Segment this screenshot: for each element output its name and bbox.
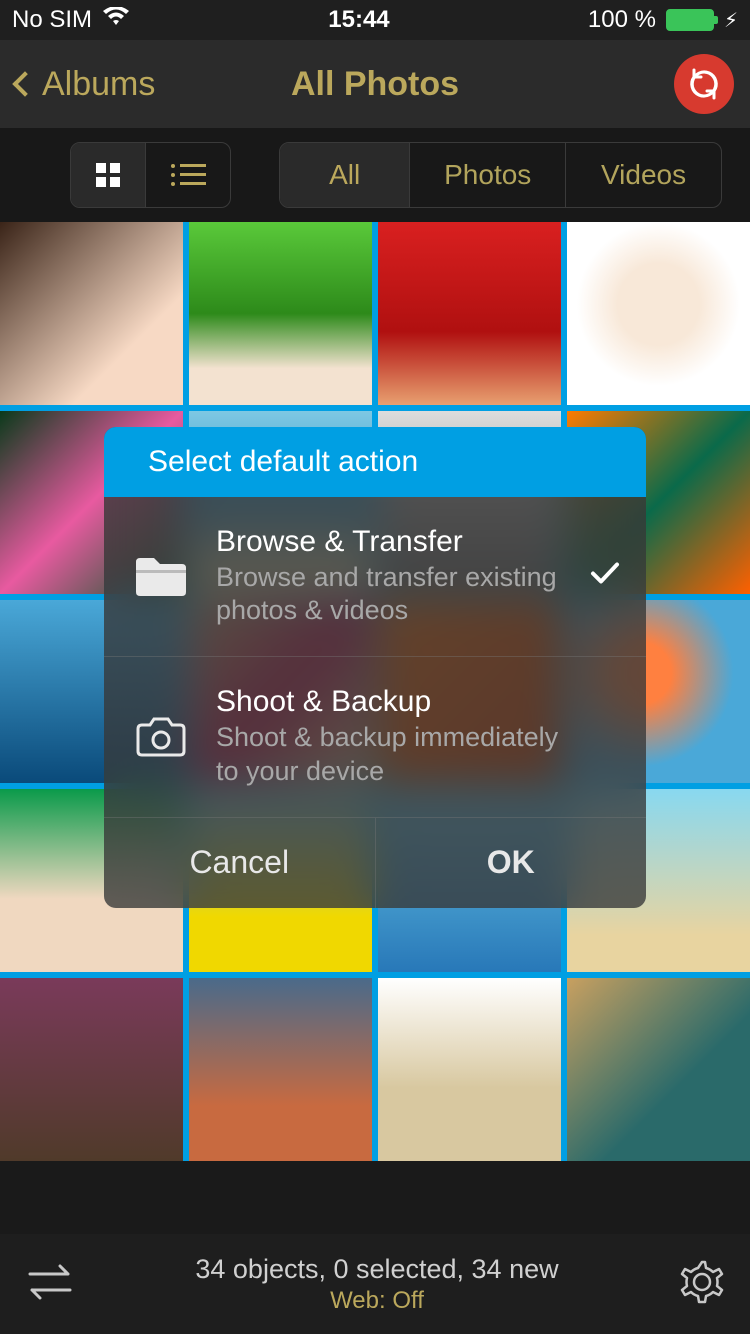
back-label: Albums [42,65,155,104]
grid-icon [93,160,123,190]
option-subtitle: Shoot & backup immediately to your devic… [216,721,576,789]
option-title: Shoot & Backup [216,685,576,719]
grid-view-button[interactable] [71,143,146,207]
battery-pct-label: 100 % [588,6,656,34]
photo-thumbnail[interactable] [378,222,561,405]
bottom-bar: 34 objects, 0 selected, 34 new Web: Off [0,1234,750,1334]
status-text: 34 objects, 0 selected, 34 new Web: Off [76,1254,678,1315]
photo-thumbnail[interactable] [189,222,372,405]
view-mode-segmented [70,142,231,208]
photo-thumbnail[interactable] [0,222,183,405]
option-browse-transfer[interactable]: Browse & Transfer Browse and transfer ex… [104,497,646,658]
list-icon [168,160,208,190]
filter-all-button[interactable]: All [280,143,410,207]
photo-thumbnail[interactable] [378,978,561,1161]
option-subtitle: Browse and transfer existing photos & vi… [216,561,576,629]
nav-bar: Albums All Photos [0,40,750,128]
photo-thumbnail[interactable] [567,222,750,405]
sync-button[interactable] [674,54,734,114]
charging-icon: ⚡︎ [724,8,738,33]
folder-icon [134,549,188,603]
carrier-label: No SIM [12,6,92,34]
gear-icon [678,1258,726,1306]
chevron-left-icon [12,71,37,96]
list-view-button[interactable] [146,143,230,207]
web-status-label: Web: Off [76,1287,678,1315]
option-title: Browse & Transfer [216,525,576,559]
filter-photos-button[interactable]: Photos [410,143,566,207]
toolbar: All Photos Videos [0,128,750,222]
settings-button[interactable] [678,1258,726,1311]
back-button[interactable]: Albums [16,65,155,104]
photo-thumbnail[interactable] [567,978,750,1161]
objects-count-label: 34 objects, 0 selected, 34 new [76,1254,678,1285]
transfer-button[interactable] [24,1262,76,1307]
filter-segmented: All Photos Videos [279,142,722,208]
photo-thumbnail[interactable] [189,978,372,1161]
checkmark-icon [590,562,620,591]
cancel-button[interactable]: Cancel [104,818,376,908]
photo-thumbnail[interactable] [0,978,183,1161]
transfer-icon [24,1262,76,1302]
filter-videos-button[interactable]: Videos [566,143,721,207]
default-action-dialog: Select default action Browse & Transfer … [104,427,646,908]
status-bar: No SIM 15:44 100 % ⚡︎ [0,0,750,40]
battery-icon [666,9,714,31]
clock-label: 15:44 [328,6,389,34]
sync-icon [686,66,722,102]
option-shoot-backup[interactable]: Shoot & Backup Shoot & backup immediatel… [104,657,646,818]
dialog-actions: Cancel OK [104,818,646,908]
wifi-icon [102,6,130,34]
camera-icon [134,710,188,764]
ok-button[interactable]: OK [376,818,647,908]
dialog-title: Select default action [104,427,646,497]
